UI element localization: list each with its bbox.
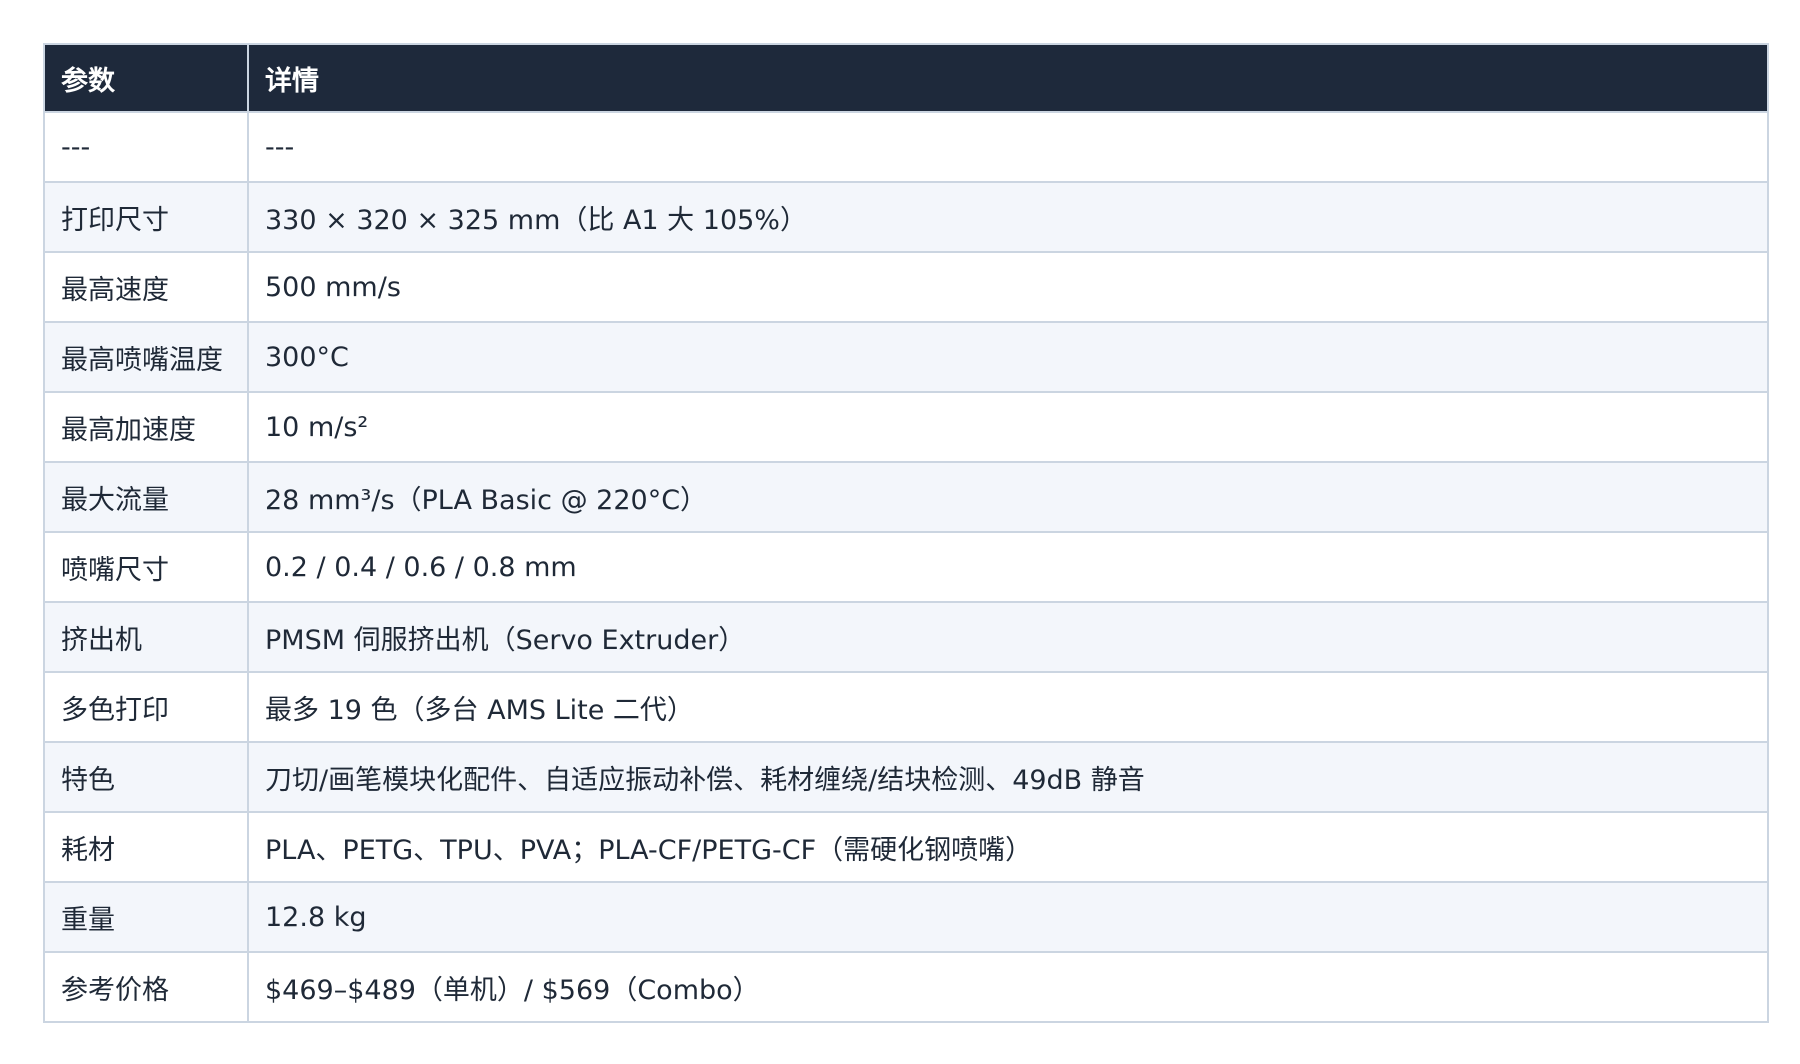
table-row: 喷嘴尺寸 0.2 / 0.4 / 0.6 / 0.8 mm <box>43 531 1769 603</box>
table-body: --- --- 打印尺寸 330 × 320 × 325 mm（比 A1 大 1… <box>43 111 1769 1023</box>
param-cell: 重量 <box>43 881 249 953</box>
table-row: 最大流量 28 mm³/s（PLA Basic @ 220°C） <box>43 461 1769 533</box>
param-cell: 最高喷嘴温度 <box>43 321 249 393</box>
detail-cell: 10 m/s² <box>247 391 1769 463</box>
detail-cell: 0.2 / 0.4 / 0.6 / 0.8 mm <box>247 531 1769 603</box>
detail-cell: 刀切/画笔模块化配件、自适应振动补偿、耗材缠绕/结块检测、49dB 静音 <box>247 741 1769 813</box>
param-cell: 喷嘴尺寸 <box>43 531 249 603</box>
param-cell: 多色打印 <box>43 671 249 743</box>
param-cell: 最大流量 <box>43 461 249 533</box>
table-row: 最高喷嘴温度 300°C <box>43 321 1769 393</box>
table-row: 特色 刀切/画笔模块化配件、自适应振动补偿、耗材缠绕/结块检测、49dB 静音 <box>43 741 1769 813</box>
param-cell: 耗材 <box>43 811 249 883</box>
param-cell: 特色 <box>43 741 249 813</box>
table-row: 最高速度 500 mm/s <box>43 251 1769 323</box>
param-cell: 打印尺寸 <box>43 181 249 253</box>
table-row: 多色打印 最多 19 色（多台 AMS Lite 二代） <box>43 671 1769 743</box>
header-detail: 详情 <box>247 43 1769 113</box>
param-cell: 最高速度 <box>43 251 249 323</box>
header-row: 参数 详情 <box>43 43 1769 113</box>
spec-table: 参数 详情 --- --- 打印尺寸 330 × 320 × 325 mm（比 … <box>43 43 1769 1023</box>
detail-cell: 500 mm/s <box>247 251 1769 323</box>
table-row: 耗材 PLA、PETG、TPU、PVA；PLA-CF/PETG-CF（需硬化钢喷… <box>43 811 1769 883</box>
detail-cell: 28 mm³/s（PLA Basic @ 220°C） <box>247 461 1769 533</box>
table-row: 挤出机 PMSM 伺服挤出机（Servo Extruder） <box>43 601 1769 673</box>
table-row: 重量 12.8 kg <box>43 881 1769 953</box>
detail-cell: PMSM 伺服挤出机（Servo Extruder） <box>247 601 1769 673</box>
table-row: 参考价格 $469–$489（单机）/ $569（Combo） <box>43 951 1769 1023</box>
param-cell: 参考价格 <box>43 951 249 1023</box>
detail-cell: PLA、PETG、TPU、PVA；PLA-CF/PETG-CF（需硬化钢喷嘴） <box>247 811 1769 883</box>
detail-cell: 300°C <box>247 321 1769 393</box>
table-row: 最高加速度 10 m/s² <box>43 391 1769 463</box>
table-row: 打印尺寸 330 × 320 × 325 mm（比 A1 大 105%） <box>43 181 1769 253</box>
param-cell: 最高加速度 <box>43 391 249 463</box>
detail-cell: 最多 19 色（多台 AMS Lite 二代） <box>247 671 1769 743</box>
detail-cell: --- <box>247 111 1769 183</box>
param-cell: 挤出机 <box>43 601 249 673</box>
detail-cell: $469–$489（单机）/ $569（Combo） <box>247 951 1769 1023</box>
detail-cell: 330 × 320 × 325 mm（比 A1 大 105%） <box>247 181 1769 253</box>
table-header: 参数 详情 <box>43 43 1769 113</box>
param-cell: --- <box>43 111 249 183</box>
detail-cell: 12.8 kg <box>247 881 1769 953</box>
header-param: 参数 <box>43 43 249 113</box>
table-row: --- --- <box>43 111 1769 183</box>
